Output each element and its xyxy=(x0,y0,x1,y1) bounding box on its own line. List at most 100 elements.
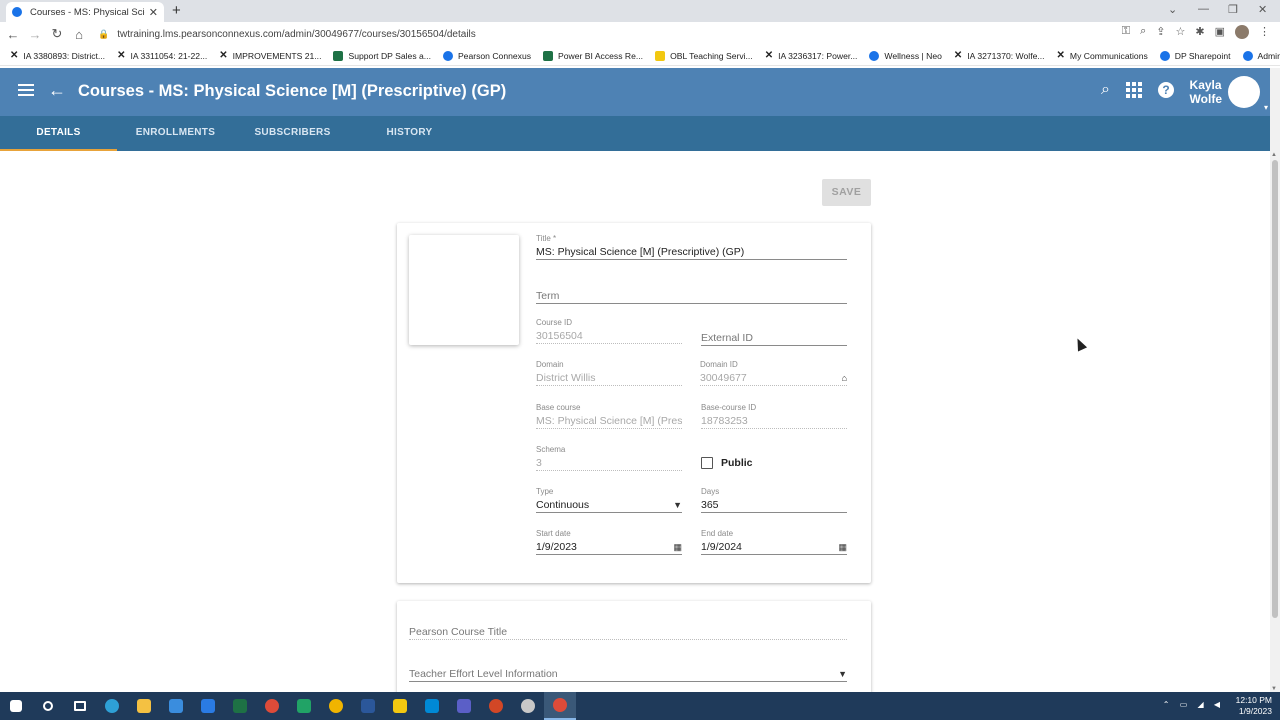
base-course-id-field: Base-course ID 18783253 xyxy=(701,403,847,429)
bookmark-item[interactable]: ✕ IA 3311054: 21-22... xyxy=(117,50,207,61)
back-arrow-icon[interactable]: ← xyxy=(48,80,66,101)
bookmark-item[interactable]: Pearson Connexus xyxy=(442,50,531,61)
bookmark-item[interactable]: OBL Teaching Servi... xyxy=(655,50,753,61)
title-input[interactable]: MS: Physical Science [M] (Prescriptive) … xyxy=(536,244,847,260)
zoom-icon[interactable]: ⌕ xyxy=(1140,25,1146,39)
start-date-wrap[interactable]: 1/9/2023 ▦ xyxy=(536,539,682,555)
minimize-icon[interactable]: — xyxy=(1198,3,1209,15)
tab-details[interactable]: DETAILS xyxy=(0,116,117,151)
bookmark-item[interactable]: ✕ IMPROVEMENTS 21... xyxy=(219,50,321,61)
scrollbar[interactable]: ▲ ▼ xyxy=(1270,68,1280,692)
powerbi-icon[interactable] xyxy=(384,692,416,720)
teacher-effort-wrap[interactable]: Teacher Effort Level Information ▼ xyxy=(409,666,847,682)
menu-dots-icon[interactable]: ⋮ xyxy=(1259,25,1270,39)
user-avatar[interactable] xyxy=(1228,76,1268,112)
page-title: Courses - MS: Physical Science [M] (Pres… xyxy=(78,82,507,100)
chrome-icon[interactable] xyxy=(320,692,352,720)
search-icon[interactable]: ⌕ xyxy=(1101,81,1110,99)
reload-icon[interactable]: ↻ xyxy=(46,26,68,42)
close-window-icon[interactable]: ✕ xyxy=(1258,3,1267,16)
bookmark-item[interactable]: Admin App - Distric... xyxy=(1242,50,1280,61)
file-explorer-icon[interactable] xyxy=(128,692,160,720)
extensions-icon[interactable]: ✱ xyxy=(1195,25,1204,39)
excel-app-icon[interactable] xyxy=(288,692,320,720)
tab-subscribers[interactable]: SUBSCRIBERS xyxy=(234,116,351,151)
end-date-wrap[interactable]: 1/9/2024 ▦ xyxy=(701,539,847,555)
powerpoint-icon[interactable] xyxy=(480,692,512,720)
browser-tab-title: Courses - MS: Physical Science [M] (Pres… xyxy=(30,6,145,18)
end-date-field[interactable]: End date 1/9/2024 ▦ xyxy=(701,529,847,555)
home-icon[interactable]: ⌂ xyxy=(842,370,847,385)
tab-enrollments[interactable]: ENROLLMENTS xyxy=(117,116,234,151)
public-checkbox[interactable]: Public xyxy=(701,457,753,469)
address-bar[interactable]: 🔒 twtraining.lms.pearsonconnexus.com/adm… xyxy=(98,24,1098,44)
edge-icon[interactable] xyxy=(96,692,128,720)
base-course-label: Base course xyxy=(536,403,581,412)
course-image[interactable] xyxy=(409,235,519,345)
user-first-name: Kayla xyxy=(1189,78,1222,92)
new-tab-button[interactable]: + xyxy=(172,2,181,19)
back-nav-icon[interactable]: ← xyxy=(2,27,24,42)
scrollbar-thumb[interactable] xyxy=(1272,160,1278,618)
store-icon[interactable] xyxy=(160,692,192,720)
bookmark-item[interactable]: ✕ My Communications xyxy=(1057,50,1148,61)
word-icon[interactable] xyxy=(352,692,384,720)
start-date-field[interactable]: Start date 1/9/2023 ▦ xyxy=(536,529,682,555)
checkbox-icon[interactable] xyxy=(701,457,713,469)
help-icon[interactable]: ? xyxy=(1158,82,1174,98)
external-id-field[interactable]: External ID xyxy=(701,320,847,346)
type-value-wrap[interactable]: Continuous ▼ xyxy=(536,497,682,513)
save-button[interactable]: SAVE xyxy=(822,179,871,206)
restore-icon[interactable]: ❐ xyxy=(1228,3,1238,16)
term-input[interactable]: Term xyxy=(536,288,847,304)
hamburger-menu-icon[interactable] xyxy=(18,84,34,96)
app-icon[interactable] xyxy=(512,692,544,720)
key-icon[interactable]: ⚿ xyxy=(1122,25,1130,39)
user-name[interactable]: Kayla Wolfe xyxy=(1190,78,1222,106)
bookmark-item[interactable]: Power BI Access Re... xyxy=(543,50,643,61)
scroll-up-icon[interactable]: ▲ xyxy=(1271,152,1277,158)
teams-icon[interactable] xyxy=(448,692,480,720)
apps-grid-icon[interactable] xyxy=(1126,82,1142,98)
pearson-course-title-field[interactable]: Pearson Course Title xyxy=(409,614,847,640)
days-field[interactable]: Days 365 xyxy=(701,487,847,513)
share-icon[interactable]: ⇪ xyxy=(1156,25,1165,39)
dropdown-arrow-icon[interactable]: ▼ xyxy=(673,497,682,512)
azure-icon[interactable] xyxy=(416,692,448,720)
search-icon[interactable] xyxy=(32,692,64,720)
tab-history[interactable]: HISTORY xyxy=(351,116,468,151)
bookmark-item[interactable]: ✕ IA 3380893: District... xyxy=(10,50,105,61)
bookmark-item[interactable]: Wellness | Neo xyxy=(869,50,942,61)
chrome-icon[interactable] xyxy=(256,692,288,720)
days-input[interactable]: 365 xyxy=(701,497,847,513)
browser-toolbar: ← → ↻ ⌂ 🔒 twtraining.lms.pearsonconnexus… xyxy=(0,22,1280,46)
chevron-down-icon[interactable]: ⌄ xyxy=(1168,3,1177,16)
bookmark-item[interactable]: ✕ IA 3271370: Wolfe... xyxy=(954,50,1045,61)
browser-tab[interactable]: Courses - MS: Physical Science [M] (Pres… xyxy=(6,2,164,22)
system-tray-icons[interactable]: ⌃ ▭ ◢ ◀ xyxy=(1163,700,1224,709)
calendar-icon[interactable]: ▦ xyxy=(838,539,847,554)
star-icon[interactable]: ☆ xyxy=(1176,25,1186,39)
close-tab-icon[interactable]: ✕ xyxy=(149,6,158,19)
dropbox-icon[interactable] xyxy=(192,692,224,720)
pearson-course-title-input[interactable]: Pearson Course Title xyxy=(409,624,847,640)
external-id-input[interactable]: External ID xyxy=(701,330,847,346)
forward-nav-icon[interactable]: → xyxy=(24,27,46,42)
bookmark-item[interactable]: Support DP Sales a... xyxy=(333,50,431,61)
term-field[interactable]: Term xyxy=(536,278,847,304)
taskbar-clock[interactable]: 12:10 PM 1/9/2023 xyxy=(1236,695,1272,717)
calendar-icon[interactable]: ▦ xyxy=(673,539,682,554)
bookmark-item[interactable]: ✕ IA 3236317: Power... xyxy=(765,50,858,61)
excel-app-icon[interactable] xyxy=(224,692,256,720)
home-icon[interactable]: ⌂ xyxy=(68,27,90,42)
task-view-icon[interactable] xyxy=(64,692,96,720)
title-field[interactable]: Title * MS: Physical Science [M] (Prescr… xyxy=(536,234,847,260)
type-select[interactable]: Type Continuous ▼ xyxy=(536,487,682,513)
windows-start-icon[interactable] xyxy=(0,692,32,720)
profile-icon[interactable] xyxy=(1235,25,1249,39)
teacher-effort-select[interactable]: Teacher Effort Level Information ▼ xyxy=(409,656,847,682)
dropdown-arrow-icon[interactable]: ▼ xyxy=(838,666,847,681)
bookmark-item[interactable]: DP Sharepoint xyxy=(1159,50,1231,61)
sidebar-icon[interactable]: ▣ xyxy=(1215,25,1225,39)
chrome-active-icon[interactable] xyxy=(544,692,576,720)
